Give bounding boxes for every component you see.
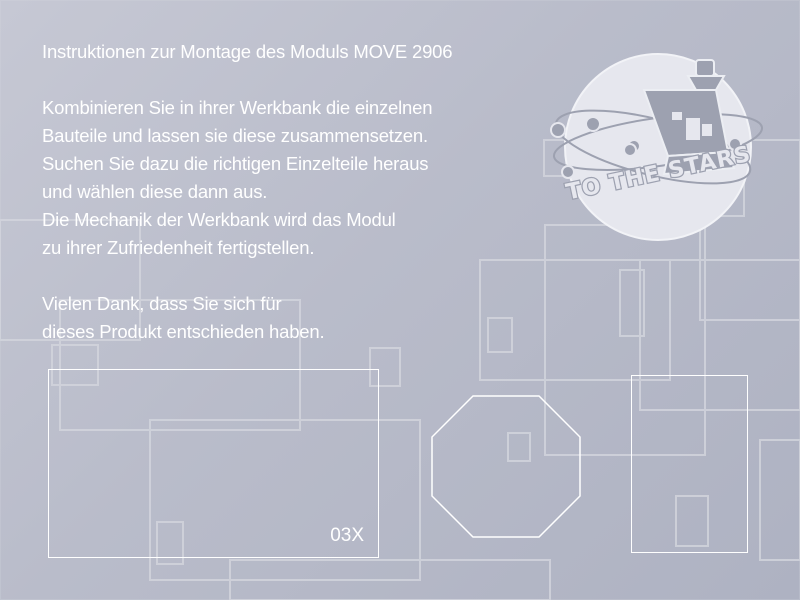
instruction-line: und wählen diese dann aus. — [42, 181, 268, 202]
thanks-line: dieses Produkt entschieden haben. — [42, 321, 325, 342]
instructions-title: Instruktionen zur Montage des Moduls MOV… — [42, 41, 453, 62]
thanks-line: Vielen Dank, dass Sie sich für — [42, 293, 282, 314]
part-slot-rectangle[interactable]: 03X — [48, 369, 379, 558]
slot-label: 03X — [330, 525, 364, 546]
instruction-line: Suchen Sie dazu die richtigen Einzelteil… — [42, 153, 429, 174]
instruction-line: zu ihrer Zufriedenheit fertigstellen. — [42, 237, 315, 258]
rocket-badge-icon: TO THE STARS — [550, 53, 764, 241]
instruction-line: Kombinieren Sie in ihrer Werkbank die ei… — [42, 97, 433, 118]
part-slot-tall-rectangle[interactable] — [631, 375, 748, 553]
instruction-line: Bauteile und lassen sie diese zusammense… — [42, 125, 428, 146]
instruction-line: Die Mechanik der Werkbank wird das Modul — [42, 209, 396, 230]
instructions-text: Instruktionen zur Montage des Moduls MOV… — [42, 38, 542, 346]
part-slot-octagon[interactable] — [431, 395, 581, 538]
